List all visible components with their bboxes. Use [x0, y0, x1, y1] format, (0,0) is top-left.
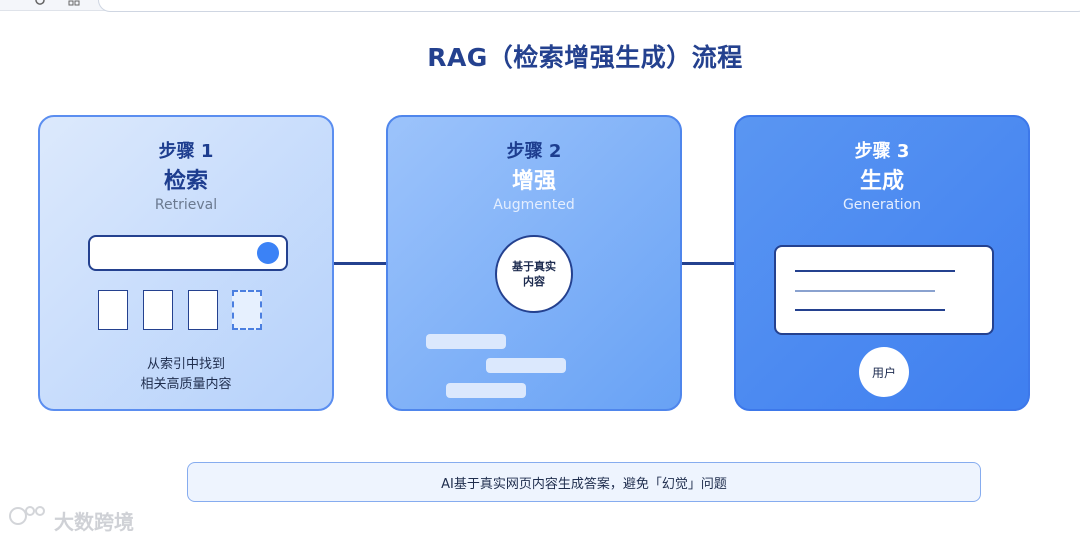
answer-line [795, 309, 945, 311]
document-icon [143, 290, 173, 330]
address-bar[interactable] [98, 0, 1080, 12]
step-label: 步骤 2 [506, 141, 562, 162]
search-bar-illustration [88, 235, 288, 271]
watermark-text: 大数跨境 [54, 510, 134, 534]
step-name: 生成 [859, 169, 904, 194]
answer-line [795, 270, 955, 272]
step-name: 增强 [511, 169, 556, 194]
augment-circle: 基于真实 内容 [495, 235, 573, 313]
search-button-dot [257, 242, 279, 264]
step-card-generation: 步骤 3 生成 Generation 用户 [734, 115, 1030, 411]
step-label: 步骤 1 [158, 141, 214, 162]
step-subtitle: Retrieval [154, 197, 218, 213]
connector-1-2 [334, 262, 386, 265]
step-subtitle: Generation [842, 197, 922, 213]
watermark-logo: 大数跨境 [8, 502, 148, 534]
document-icon [188, 290, 218, 330]
circle-line: 基于真实 [512, 260, 556, 273]
content-chip [486, 358, 566, 373]
circle-line: 内容 [523, 275, 545, 288]
extensions-grid-icon[interactable] [68, 0, 80, 6]
step-description: 从索引中找到 相关高质量内容 [40, 355, 332, 395]
connector-2-3 [682, 262, 734, 265]
step-label: 步骤 3 [854, 141, 910, 162]
step-name: 检索 [163, 169, 208, 194]
selected-document-icon [232, 290, 262, 330]
browser-toolbar [0, 0, 1080, 12]
step-card-augmented: 步骤 2 增强 Augmented 基于真实 内容 [386, 115, 682, 411]
answer-box-illustration [774, 245, 994, 335]
content-chip [446, 383, 526, 398]
content-chip [426, 334, 506, 349]
user-avatar: 用户 [859, 347, 909, 397]
document-icon [98, 290, 128, 330]
step-card-retrieval: 步骤 1 检索 Retrieval 从索引中找到 相关高质量内容 [38, 115, 334, 411]
answer-line [795, 290, 935, 292]
refresh-icon[interactable] [34, 0, 46, 6]
summary-note: AI基于真实网页内容生成答案，避免「幻觉」问题 [187, 462, 981, 502]
description-line: 从索引中找到 [146, 357, 225, 372]
step-subtitle: Augmented [493, 197, 575, 213]
watermark-logo-icon [9, 506, 45, 525]
description-line: 相关高质量内容 [140, 377, 232, 392]
diagram-title: RAG（检索增强生成）流程 [427, 43, 743, 72]
